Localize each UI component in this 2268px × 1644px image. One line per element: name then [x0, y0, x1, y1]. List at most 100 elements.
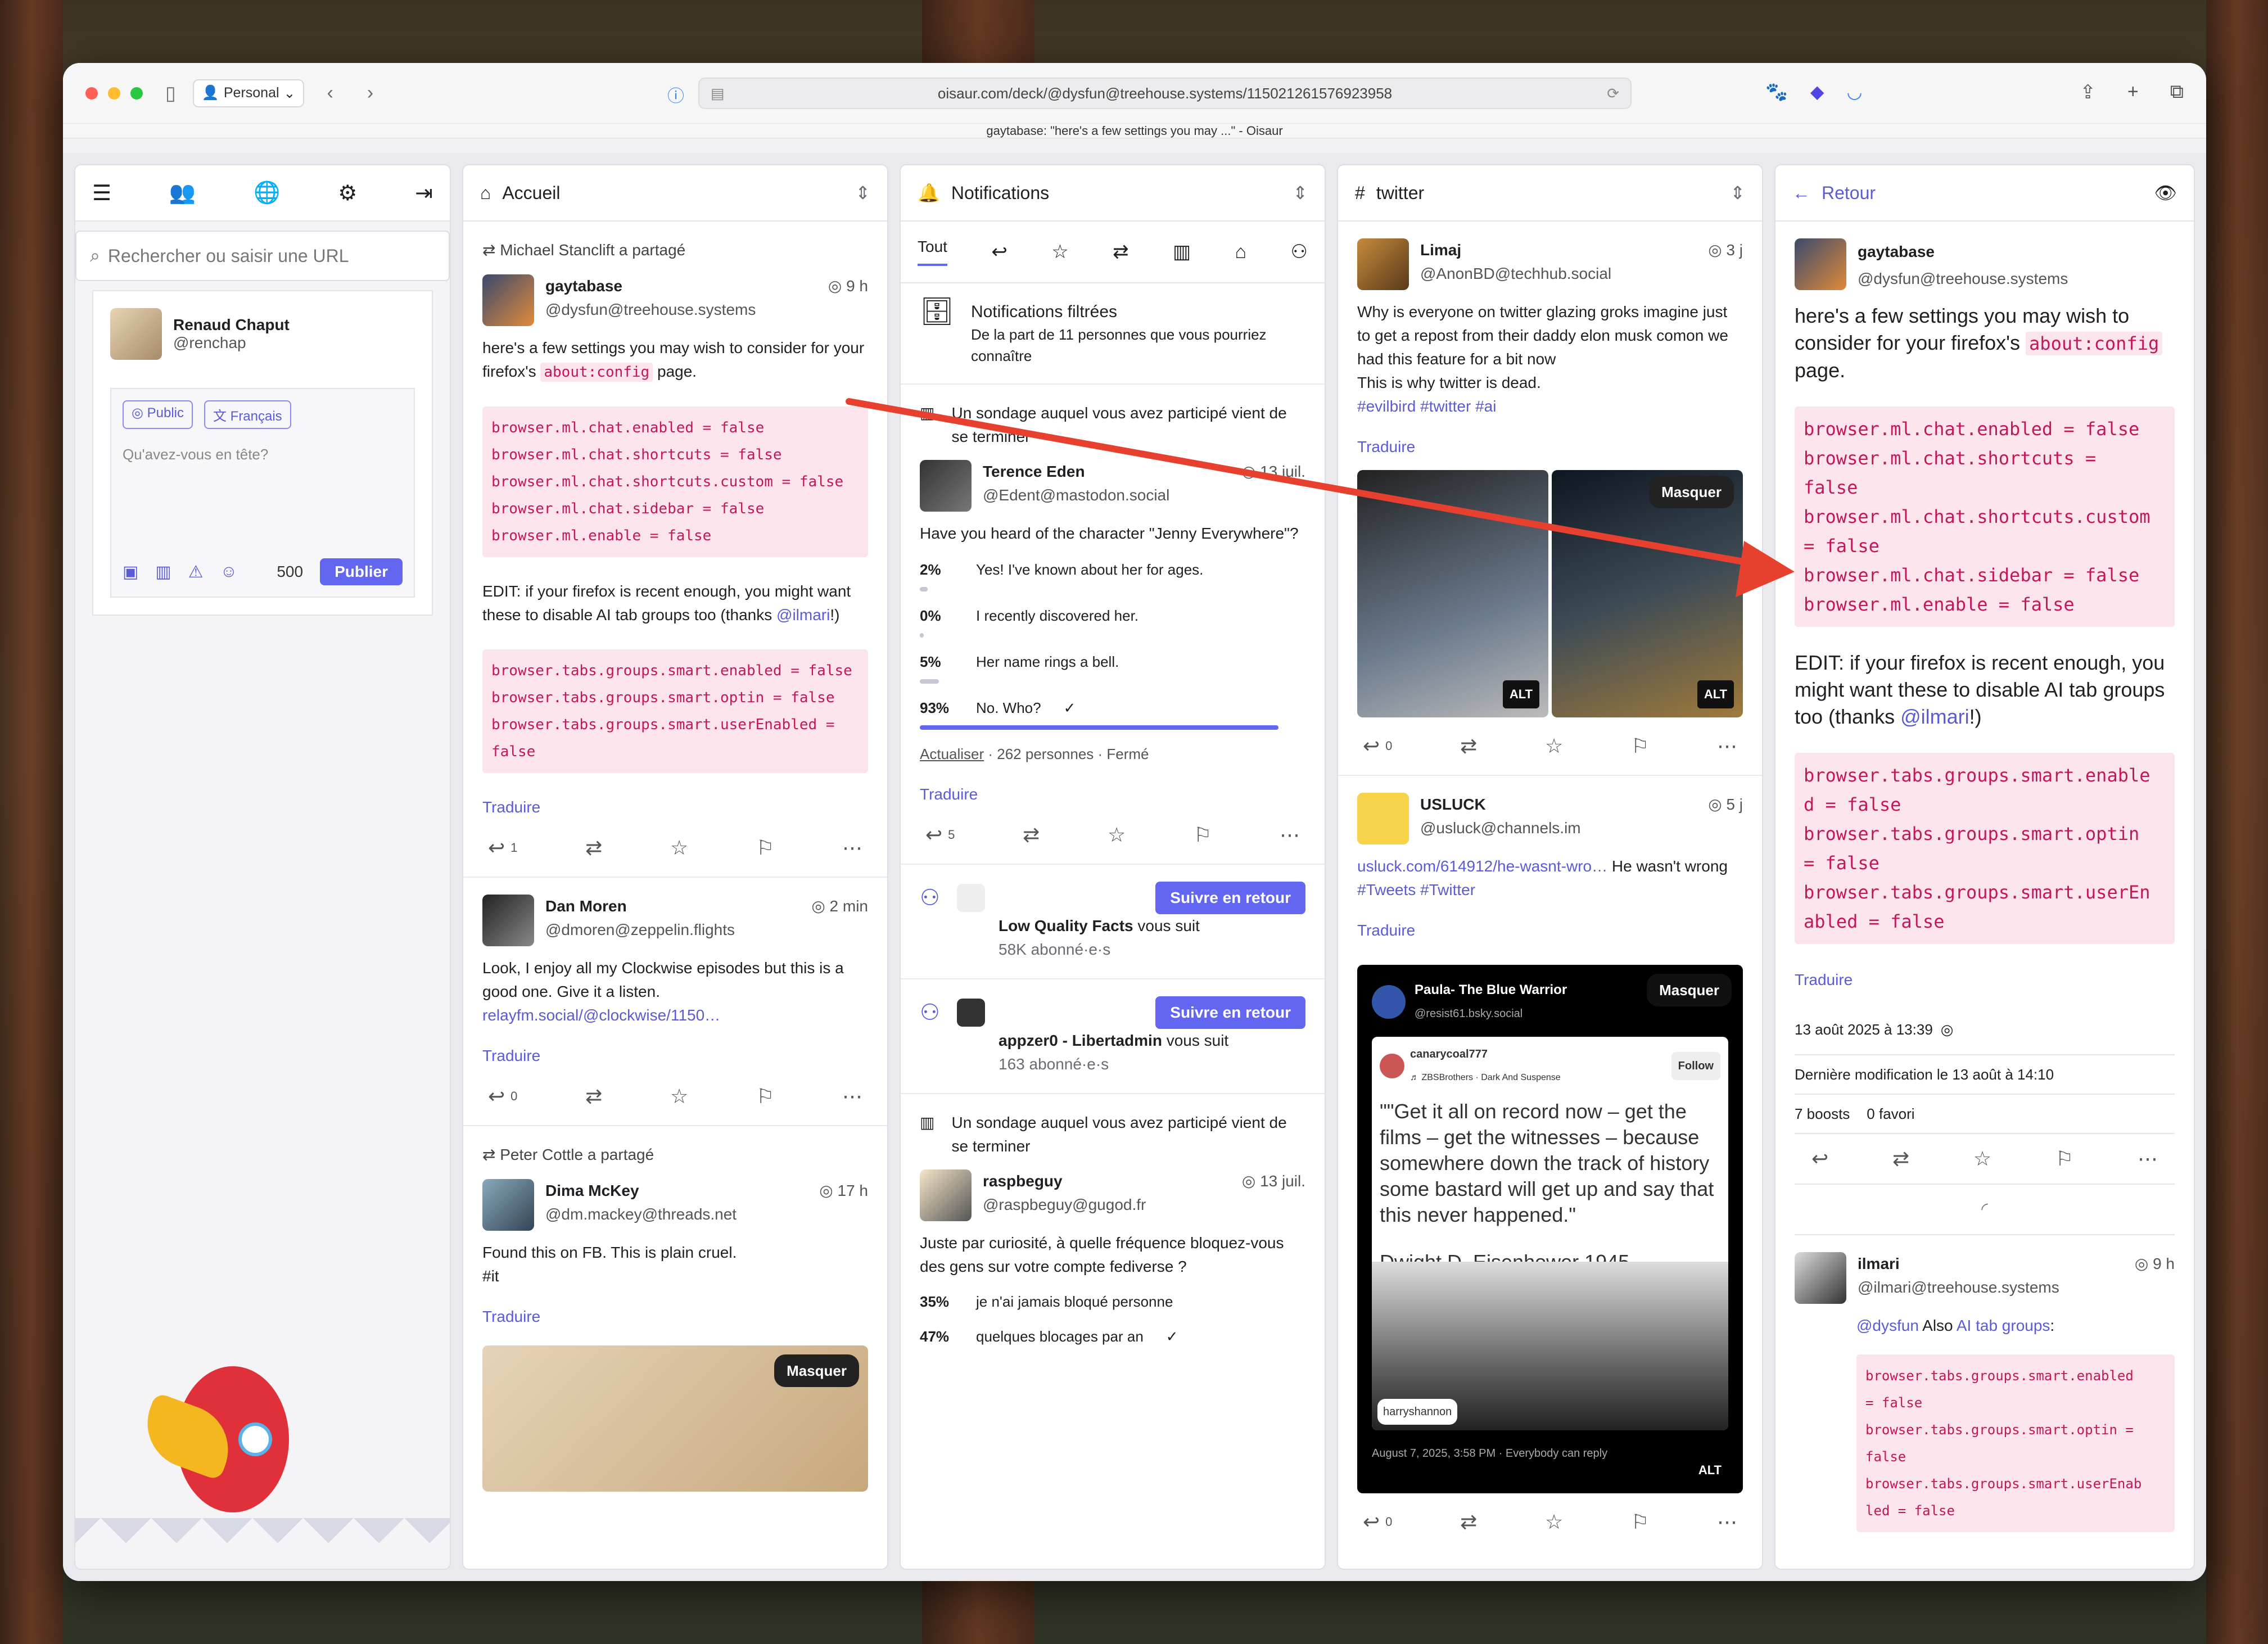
hide-media-button[interactable]: Masquer [1647, 974, 1732, 1006]
image-icon[interactable]: ▣ [123, 562, 138, 582]
bookmark-button[interactable]: ⚐ [1631, 1510, 1649, 1534]
bookmark-button[interactable]: ⚐ [1631, 734, 1649, 758]
home-filter-icon[interactable]: ⌂ [1235, 241, 1247, 263]
reply-button[interactable]: ↩ 5 [925, 823, 955, 847]
zoom-button[interactable] [130, 87, 143, 100]
settings-chevron-icon[interactable]: ⇕ [855, 182, 870, 204]
alt-badge[interactable]: ALT [1691, 1456, 1728, 1484]
avatar[interactable] [110, 308, 162, 360]
boost-button[interactable]: ⇄ [585, 1085, 602, 1108]
refresh-poll-link[interactable]: Actualiser [920, 746, 984, 762]
boost-button[interactable]: ⇄ [1023, 823, 1040, 847]
poll-icon[interactable]: ▥ [155, 562, 171, 582]
address-bar[interactable]: ▤ oisaur.com/deck/@dysfun@treehouse.syst… [698, 78, 1632, 109]
back-icon[interactable]: ‹ [327, 82, 333, 104]
account-handle[interactable]: @Edent@mastodon.social [983, 484, 1169, 507]
boosts-count[interactable]: 7 boosts [1795, 1100, 1850, 1127]
status[interactable]: USLUCK @usluck@channels.im ◎ 5 j usluck.c… [1338, 776, 1762, 1551]
mention-link[interactable]: @ilmari [1900, 705, 1969, 728]
translate-link[interactable]: Traduire [1357, 435, 1743, 459]
avatar[interactable] [920, 460, 972, 512]
account-handle[interactable]: @raspbeguy@gugod.fr [983, 1193, 1146, 1217]
avatar[interactable] [482, 895, 534, 946]
display-name[interactable]: Terence Eden [983, 460, 1169, 484]
bookmark-button[interactable]: ⚐ [1194, 823, 1212, 847]
bookmark-button[interactable]: ⚐ [2055, 1145, 2073, 1172]
reload-icon[interactable]: ⟳ [1607, 85, 1619, 102]
sidebar-toggle-icon[interactable]: ▯ [165, 82, 176, 105]
globe-icon[interactable]: 🌐 [254, 180, 280, 205]
menu-icon[interactable]: ☰ [92, 180, 111, 206]
display-name[interactable]: Dan Moren [545, 895, 735, 918]
favourite-button[interactable]: ☆ [670, 836, 688, 860]
boost-button[interactable]: ⇄ [1460, 1510, 1477, 1534]
media-attachment[interactable]: Masquer [482, 1345, 868, 1492]
translate-link[interactable]: Traduire [482, 1044, 868, 1068]
avatar[interactable] [956, 999, 985, 1027]
translate-link[interactable]: Traduire [482, 1305, 868, 1329]
mentions-filter-icon[interactable]: ↩ [991, 241, 1008, 263]
status[interactable]: ⇄ Peter Cottle a partagé Dima McKey @dm.m… [463, 1126, 887, 1508]
account-handle[interactable]: @usluck@channels.im [1420, 816, 1581, 840]
minimize-button[interactable] [108, 87, 120, 100]
hashtags[interactable]: #evilbird #twitter #ai [1357, 395, 1743, 418]
tab-title[interactable]: gaytabase: "here's a few settings you ma… [63, 124, 2206, 138]
avatar[interactable] [1357, 793, 1409, 844]
eye-icon[interactable]: 👁 [2154, 182, 2177, 204]
more-button[interactable]: ⋯ [842, 836, 862, 860]
favourites-count[interactable]: 0 favori [1867, 1100, 1914, 1127]
translate-link[interactable]: Traduire [920, 783, 1305, 806]
timestamp[interactable]: 13 juil. [1260, 463, 1305, 480]
more-button[interactable]: ⋯ [2138, 1145, 2158, 1172]
poll-notification[interactable]: ▥ Un sondage auquel vous avez participé v… [901, 1094, 1325, 1376]
column-title[interactable]: Notifications [951, 183, 1049, 204]
close-button[interactable] [85, 87, 98, 100]
display-name[interactable]: Limaj [1420, 238, 1611, 262]
settings-chevron-icon[interactable]: ⇕ [1730, 182, 1745, 204]
back-button[interactable]: Retour [1822, 183, 1876, 204]
display-name[interactable]: raspbeguy [983, 1169, 1146, 1193]
status[interactable]: Limaj @AnonBD@techhub.social ◎ 3 j Why is… [1338, 222, 1762, 776]
layers-icon[interactable]: ◆ [1810, 81, 1824, 102]
search-input[interactable]: ⌕ Rechercher ou saisir une URL [75, 231, 450, 281]
follow-notification[interactable]: ⚇ Suivre en retour appzer0 - Libertadmin … [901, 979, 1325, 1094]
follower-name[interactable]: Low Quality Facts [999, 917, 1133, 934]
timestamp[interactable]: 5 j [1726, 796, 1743, 813]
follows-filter-icon[interactable]: ⚇ [1290, 241, 1307, 263]
logout-icon[interactable]: ⇥ [415, 180, 433, 206]
status-date[interactable]: 13 août 2025 à 13:39 [1795, 1016, 1933, 1043]
follow-back-button[interactable]: Suivre en retour [1155, 882, 1305, 914]
compose-textarea[interactable]: Qu'avez-vous en tête? [123, 446, 403, 558]
reply-button[interactable]: ↩ 0 [1363, 734, 1392, 758]
follow-notification[interactable]: ⚇ Suivre en retour Low Quality Facts vous… [901, 865, 1325, 979]
language-button[interactable]: 文 Français [204, 400, 291, 429]
translate-link[interactable]: Traduire [1795, 966, 2175, 993]
status[interactable]: ⇄ Michael Stanclift a partagé gaytabase @… [463, 222, 887, 878]
alt-badge[interactable]: ALT [1697, 680, 1734, 708]
favourite-button[interactable]: ☆ [1545, 1510, 1563, 1534]
display-name[interactable]: gaytabase [1858, 238, 2068, 265]
account-handle[interactable]: @AnonBD@techhub.social [1420, 262, 1611, 286]
boost-button[interactable]: ⇄ [1892, 1145, 1909, 1172]
reply-button[interactable]: ↩ 1 [488, 836, 517, 860]
avatar[interactable] [1795, 238, 1846, 290]
warning-icon[interactable]: ⚠ [188, 562, 204, 582]
account-handle[interactable]: @ilmari@treehouse.systems [1858, 1276, 2059, 1299]
alt-badge[interactable]: ALT [1502, 680, 1539, 708]
bookmark-button[interactable]: ⚐ [756, 1085, 774, 1108]
forward-icon[interactable]: › [367, 82, 373, 104]
favourite-button[interactable]: ☆ [1545, 734, 1563, 758]
publish-button[interactable]: Publier [320, 558, 403, 585]
mention-link[interactable]: @dysfun [1856, 1317, 1919, 1334]
timestamp[interactable]: 3 j [1726, 241, 1743, 259]
column-title[interactable]: Accueil [502, 183, 560, 204]
visibility-button[interactable]: ◎ Public [123, 400, 193, 429]
timestamp[interactable]: 2 min [830, 897, 868, 915]
boosts-filter-icon[interactable]: ⇄ [1113, 241, 1129, 263]
timestamp[interactable]: 9 h [846, 277, 868, 295]
timestamp[interactable]: 13 juil. [1260, 1172, 1305, 1190]
people-icon[interactable]: 👥 [169, 180, 196, 205]
follower-name[interactable]: appzer0 - Libertadmin [999, 1032, 1162, 1049]
translate-link[interactable]: Traduire [1357, 919, 1743, 942]
account-handle[interactable]: @dysfun@treehouse.systems [1858, 265, 2068, 292]
